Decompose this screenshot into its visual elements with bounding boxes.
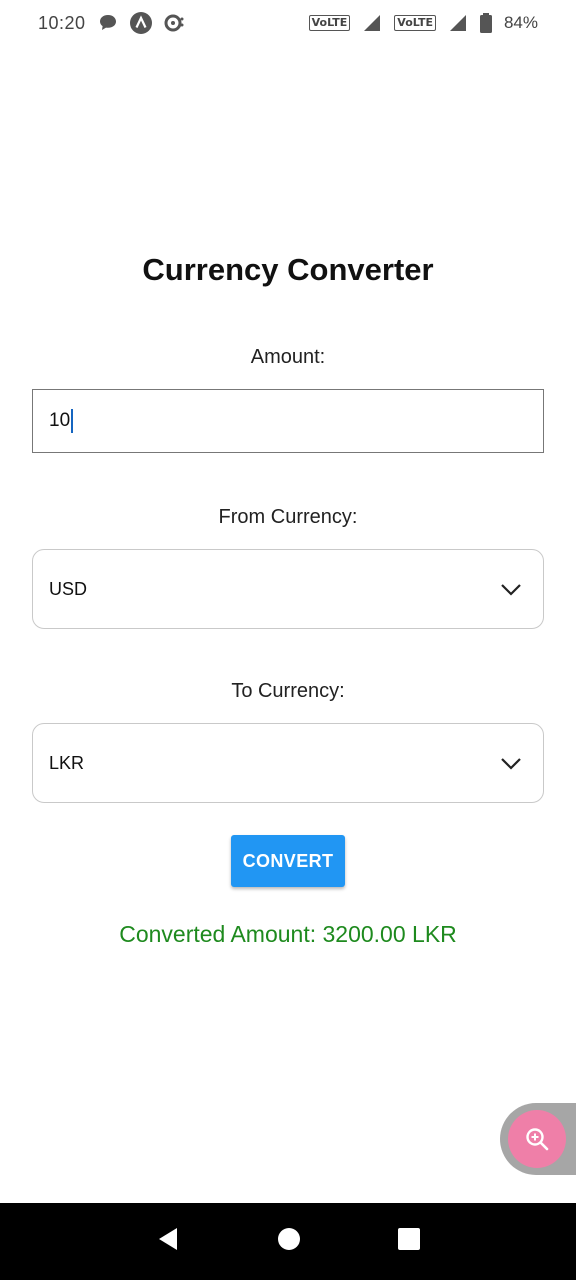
status-left: 10:20 bbox=[38, 12, 186, 34]
status-bar: 10:20 VoLTE VoLTE 84% bbox=[0, 0, 576, 46]
convert-button[interactable]: CONVERT bbox=[231, 835, 345, 887]
from-currency-label: From Currency: bbox=[218, 506, 358, 528]
zoom-in-icon bbox=[526, 1128, 549, 1151]
app-a-icon bbox=[129, 12, 152, 34]
volte-badge-1: VoLTE bbox=[308, 15, 351, 31]
from-currency-value: USD bbox=[49, 578, 88, 599]
signal-icon bbox=[448, 14, 468, 32]
text-caret bbox=[71, 409, 74, 433]
amount-label: Amount: bbox=[250, 346, 326, 368]
to-currency-value: LKR bbox=[49, 752, 85, 773]
recents-icon[interactable] bbox=[397, 1227, 421, 1256]
chevron-down-icon bbox=[501, 584, 521, 596]
status-right: VoLTE VoLTE 84% bbox=[308, 13, 538, 33]
navigation-bar bbox=[0, 1203, 576, 1280]
status-time: 10:20 bbox=[38, 12, 86, 33]
to-currency-label: To Currency: bbox=[231, 680, 345, 702]
to-currency-select[interactable]: LKR bbox=[32, 723, 544, 803]
battery-level: 84% bbox=[503, 13, 538, 32]
zoom-fab-button[interactable] bbox=[508, 1110, 566, 1168]
back-icon[interactable] bbox=[155, 1226, 181, 1257]
sync-icon bbox=[164, 13, 186, 33]
amount-value: 10 bbox=[49, 410, 71, 431]
from-currency-select[interactable]: USD bbox=[32, 549, 544, 629]
amount-input[interactable]: 10 bbox=[32, 389, 544, 453]
page-title: Currency Converter bbox=[142, 252, 434, 287]
battery-icon bbox=[479, 13, 492, 33]
converted-amount-text: Converted Amount: 3200.00 LKR bbox=[119, 921, 457, 947]
volte-badge-2: VoLTE bbox=[394, 15, 436, 31]
signal-icon bbox=[362, 14, 382, 32]
chevron-down-icon bbox=[501, 758, 521, 770]
chat-icon bbox=[98, 13, 118, 33]
home-icon[interactable] bbox=[277, 1227, 301, 1256]
